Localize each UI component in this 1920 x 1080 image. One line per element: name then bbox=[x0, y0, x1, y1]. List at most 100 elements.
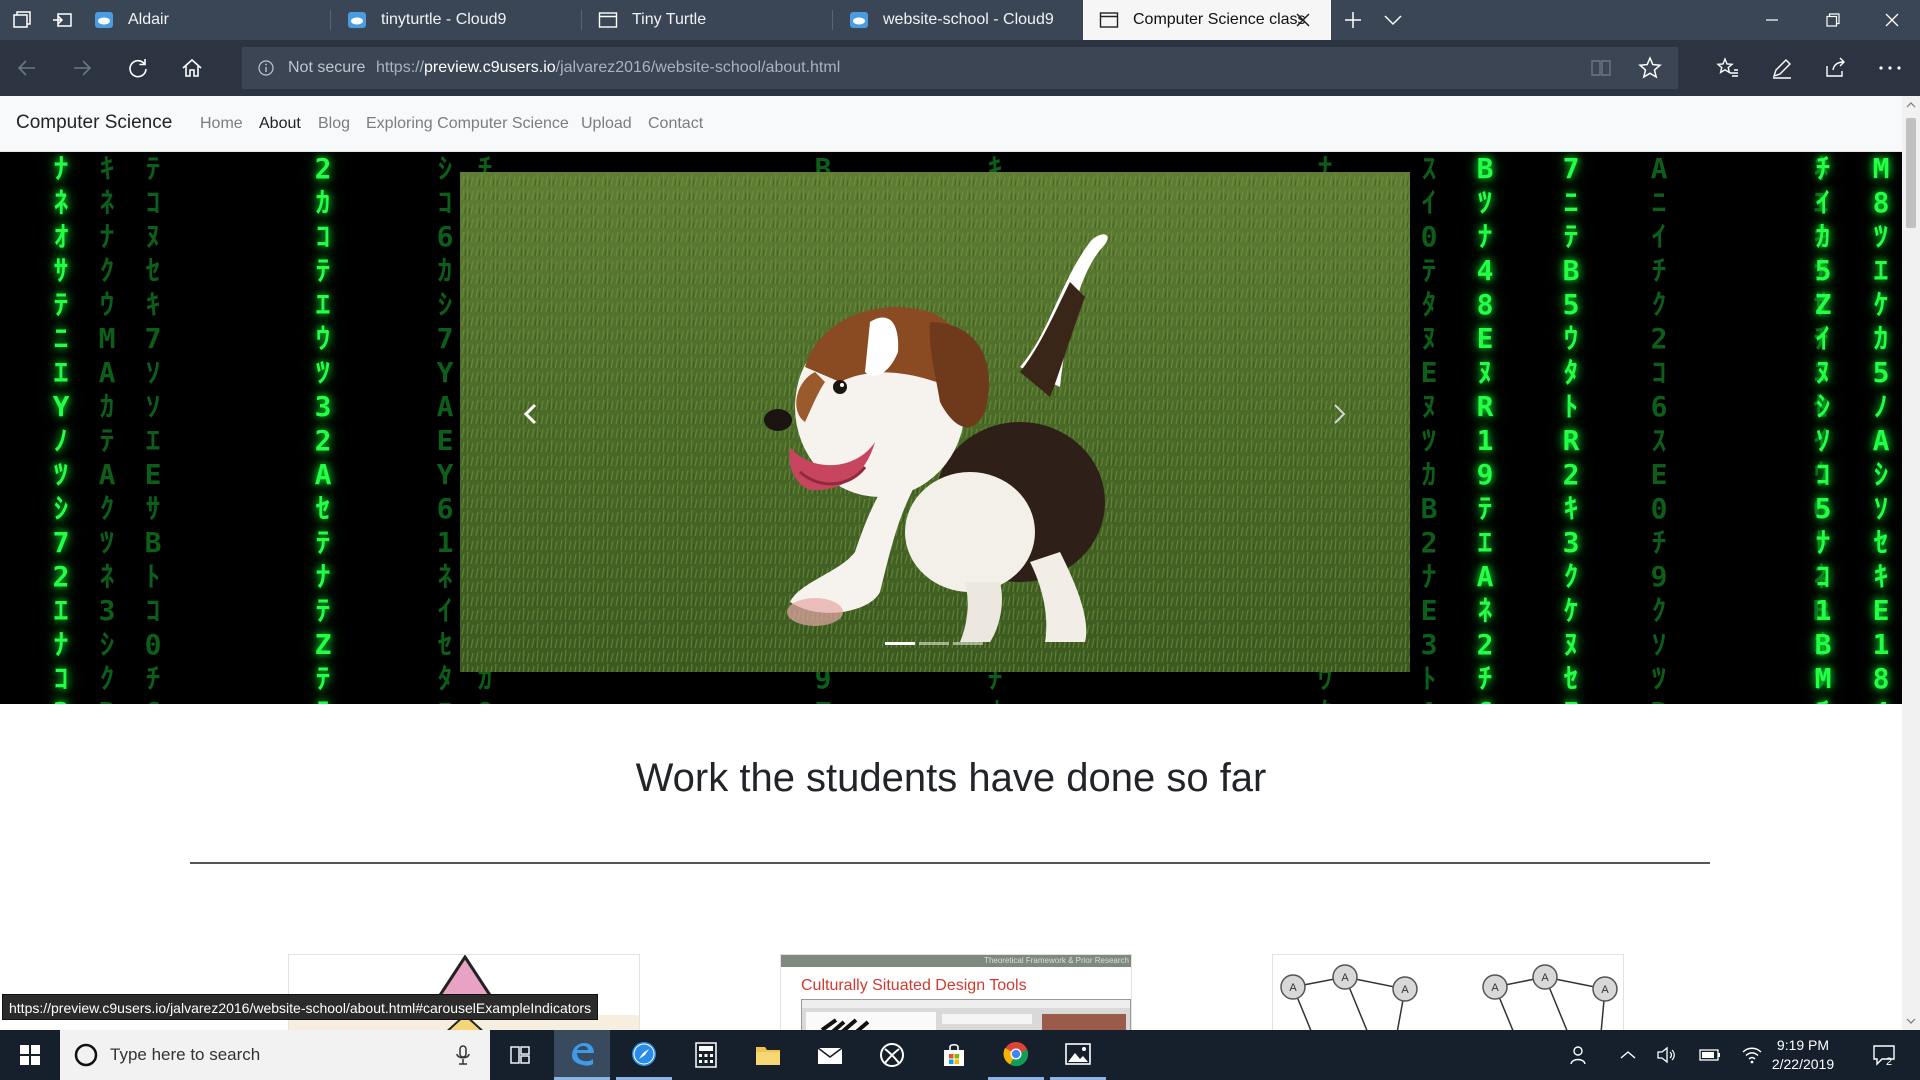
taskbar-clock[interactable]: 9:19 PM 2/22/2019 bbox=[1758, 1036, 1848, 1074]
notification-icon bbox=[1873, 1045, 1895, 1066]
nav-link-about[interactable]: About bbox=[259, 115, 301, 133]
taskbar-calculator[interactable] bbox=[678, 1030, 734, 1080]
tab-preview-button[interactable] bbox=[1371, 0, 1415, 40]
taskbar-store[interactable] bbox=[926, 1030, 982, 1080]
tab-tinyturtle-cloud9[interactable]: tinyturtle - Cloud9 bbox=[331, 0, 581, 40]
microphone-icon[interactable] bbox=[452, 1044, 474, 1066]
nav-link-upload[interactable]: Upload bbox=[581, 115, 632, 133]
scroll-up-icon[interactable] bbox=[1906, 100, 1916, 110]
refresh-button[interactable] bbox=[118, 48, 158, 88]
carousel-slide-image bbox=[460, 172, 1410, 672]
task-view-icon bbox=[510, 1046, 530, 1064]
student-work-card-2[interactable]: Theoretical Framework & Prior Research C… bbox=[780, 954, 1132, 1030]
pen-icon bbox=[1772, 59, 1791, 79]
more-button[interactable] bbox=[1868, 48, 1912, 88]
page-icon bbox=[1099, 10, 1119, 30]
carousel-indicator-3[interactable] bbox=[953, 642, 983, 645]
taskbar-search-box[interactable]: Type here to search bbox=[60, 1030, 490, 1080]
carousel-indicator-1[interactable] bbox=[885, 642, 915, 645]
url-text[interactable]: https://preview.c9users.io/jalvarez2016/… bbox=[376, 59, 840, 77]
page-scrollbar[interactable] bbox=[1902, 96, 1920, 1030]
info-icon[interactable] bbox=[258, 60, 274, 76]
taskbar-mail[interactable] bbox=[802, 1030, 858, 1080]
show-hidden-icons-button[interactable] bbox=[1614, 1030, 1642, 1080]
folder-icon bbox=[756, 1047, 780, 1065]
volume-button[interactable] bbox=[1652, 1030, 1680, 1080]
matrix-rain-column: A ﾆ ｲ ﾁ ｸ 2 ｺ 6 ｽ E 0 ﾁ 9 ｸ ｿ ﾂ B bbox=[1650, 152, 1668, 704]
nav-link-contact[interactable]: Contact bbox=[648, 115, 703, 133]
carousel-prev-button[interactable] bbox=[510, 394, 550, 434]
student-work-card-3[interactable]: A A A A A A bbox=[1272, 954, 1624, 1030]
edge-browser-icon bbox=[572, 1042, 594, 1066]
chrome-icon bbox=[1003, 1041, 1029, 1066]
favorite-star-icon[interactable] bbox=[1638, 56, 1662, 80]
node-label: A bbox=[1401, 984, 1409, 996]
xbox-icon bbox=[880, 1043, 904, 1067]
store-bag-icon bbox=[944, 1043, 964, 1066]
scrollbar-thumb[interactable] bbox=[1906, 118, 1916, 228]
tab-aldair[interactable]: Aldair bbox=[78, 0, 330, 40]
card-screenshot bbox=[801, 999, 1131, 1030]
cloud9-icon bbox=[849, 10, 869, 30]
battery-button[interactable] bbox=[1696, 1030, 1724, 1080]
tab-computer-science-class[interactable]: Computer Science class bbox=[1083, 0, 1331, 40]
address-bar[interactable]: Not secure https://preview.c9users.io/ja… bbox=[242, 47, 1678, 89]
cloud9-icon bbox=[94, 10, 114, 30]
close-tab-icon[interactable] bbox=[1293, 10, 1313, 30]
compass-browser-icon bbox=[632, 1041, 656, 1066]
taskbar-xbox[interactable] bbox=[864, 1030, 920, 1080]
chevron-down-icon bbox=[1384, 15, 1402, 26]
close-window-button[interactable] bbox=[1862, 0, 1920, 40]
site-navbar: Computer Science Home About Blog Explori… bbox=[0, 96, 1902, 152]
reading-view-icon[interactable] bbox=[1590, 57, 1612, 79]
tab-list-button[interactable] bbox=[0, 0, 44, 40]
matrix-rain-column: M 8 ﾂ ｴ ｹ ｶ 5 ﾉ A ｼ ｿ ｾ ｷ E 1 8 4 bbox=[1872, 152, 1890, 704]
share-button[interactable] bbox=[1814, 48, 1858, 88]
tab-website-school-cloud9[interactable]: website-school - Cloud9 bbox=[833, 0, 1083, 40]
taskbar-edge[interactable] bbox=[554, 1030, 610, 1080]
matrix-rain-column: 2 ｶ ｺ ﾃ ｴ ｳ ﾂ 3 2 A ｾ ﾃ ﾅ ﾃ Z ﾃ ﾃ bbox=[314, 152, 332, 704]
nav-link-blog[interactable]: Blog bbox=[318, 115, 350, 133]
start-button[interactable] bbox=[0, 1030, 60, 1080]
refresh-icon bbox=[129, 59, 147, 78]
tabs-aside-icon bbox=[53, 13, 72, 27]
back-button[interactable] bbox=[7, 48, 47, 88]
tab-label: Aldair bbox=[128, 11, 169, 28]
chevron-left-icon bbox=[523, 403, 537, 425]
people-button[interactable] bbox=[1564, 1030, 1596, 1080]
tab-tiny-turtle[interactable]: Tiny Turtle bbox=[582, 0, 832, 40]
card-header: Theoretical Framework & Prior Research bbox=[781, 955, 1131, 967]
favorites-button[interactable] bbox=[1706, 48, 1750, 88]
minimize-button[interactable] bbox=[1742, 0, 1802, 40]
nav-link-home[interactable]: Home bbox=[200, 115, 243, 133]
taskbar-file-explorer[interactable] bbox=[740, 1030, 796, 1080]
action-center-button[interactable] bbox=[1864, 1030, 1904, 1080]
tab-label: Computer Science class bbox=[1133, 11, 1306, 28]
restore-icon bbox=[1826, 13, 1840, 27]
task-view-button[interactable] bbox=[492, 1030, 548, 1080]
nav-link-exploring-computer-science[interactable]: Exploring Computer Science bbox=[366, 115, 569, 133]
photos-icon bbox=[1065, 1042, 1091, 1065]
new-tab-button[interactable] bbox=[1331, 0, 1375, 40]
carousel-next-button[interactable] bbox=[1320, 394, 1360, 434]
security-label: Not secure bbox=[288, 59, 366, 76]
notes-button[interactable] bbox=[1760, 48, 1804, 88]
matrix-rain-column: ﾁ ｲ ｶ 5 Z ｲ ﾇ ｼ ｿ ｺ 5 ﾅ ｺ 1 B M ﾁ bbox=[1814, 152, 1832, 704]
matrix-rain-column: B ﾂ ﾅ 4 8 E ﾇ R 1 9 ﾃ ｴ A ﾈ 2 ﾁ 6 bbox=[1476, 152, 1494, 704]
matrix-rain-column: ﾃ ｺ ﾇ ｾ ｷ 7 ｿ ｿ ｴ E ｻ B ﾄ ｺ 0 ﾁ 6 bbox=[144, 152, 162, 704]
carousel-indicators bbox=[885, 642, 983, 648]
speaker-icon bbox=[1657, 1046, 1675, 1064]
scroll-down-icon[interactable] bbox=[1906, 1016, 1916, 1026]
restore-button[interactable] bbox=[1803, 0, 1863, 40]
carousel-indicator-2[interactable] bbox=[919, 642, 949, 645]
forward-button[interactable] bbox=[62, 48, 102, 88]
clock-time: 9:19 PM bbox=[1776, 1037, 1830, 1053]
site-brand[interactable]: Computer Science bbox=[16, 112, 172, 134]
home-button[interactable] bbox=[172, 48, 212, 88]
node-label: A bbox=[1601, 984, 1609, 996]
matrix-rain-column: ﾅ ﾈ ｵ ｻ ﾃ ﾆ ｴ Y ﾉ ﾂ ｼ 7 2 ｴ ﾅ ｺ 3 bbox=[52, 152, 70, 704]
taskbar-photos[interactable] bbox=[1050, 1030, 1106, 1080]
taskbar-safari[interactable] bbox=[616, 1030, 672, 1080]
taskbar-chrome[interactable] bbox=[988, 1030, 1044, 1080]
tool-screenshot-icon bbox=[802, 1000, 1130, 1030]
